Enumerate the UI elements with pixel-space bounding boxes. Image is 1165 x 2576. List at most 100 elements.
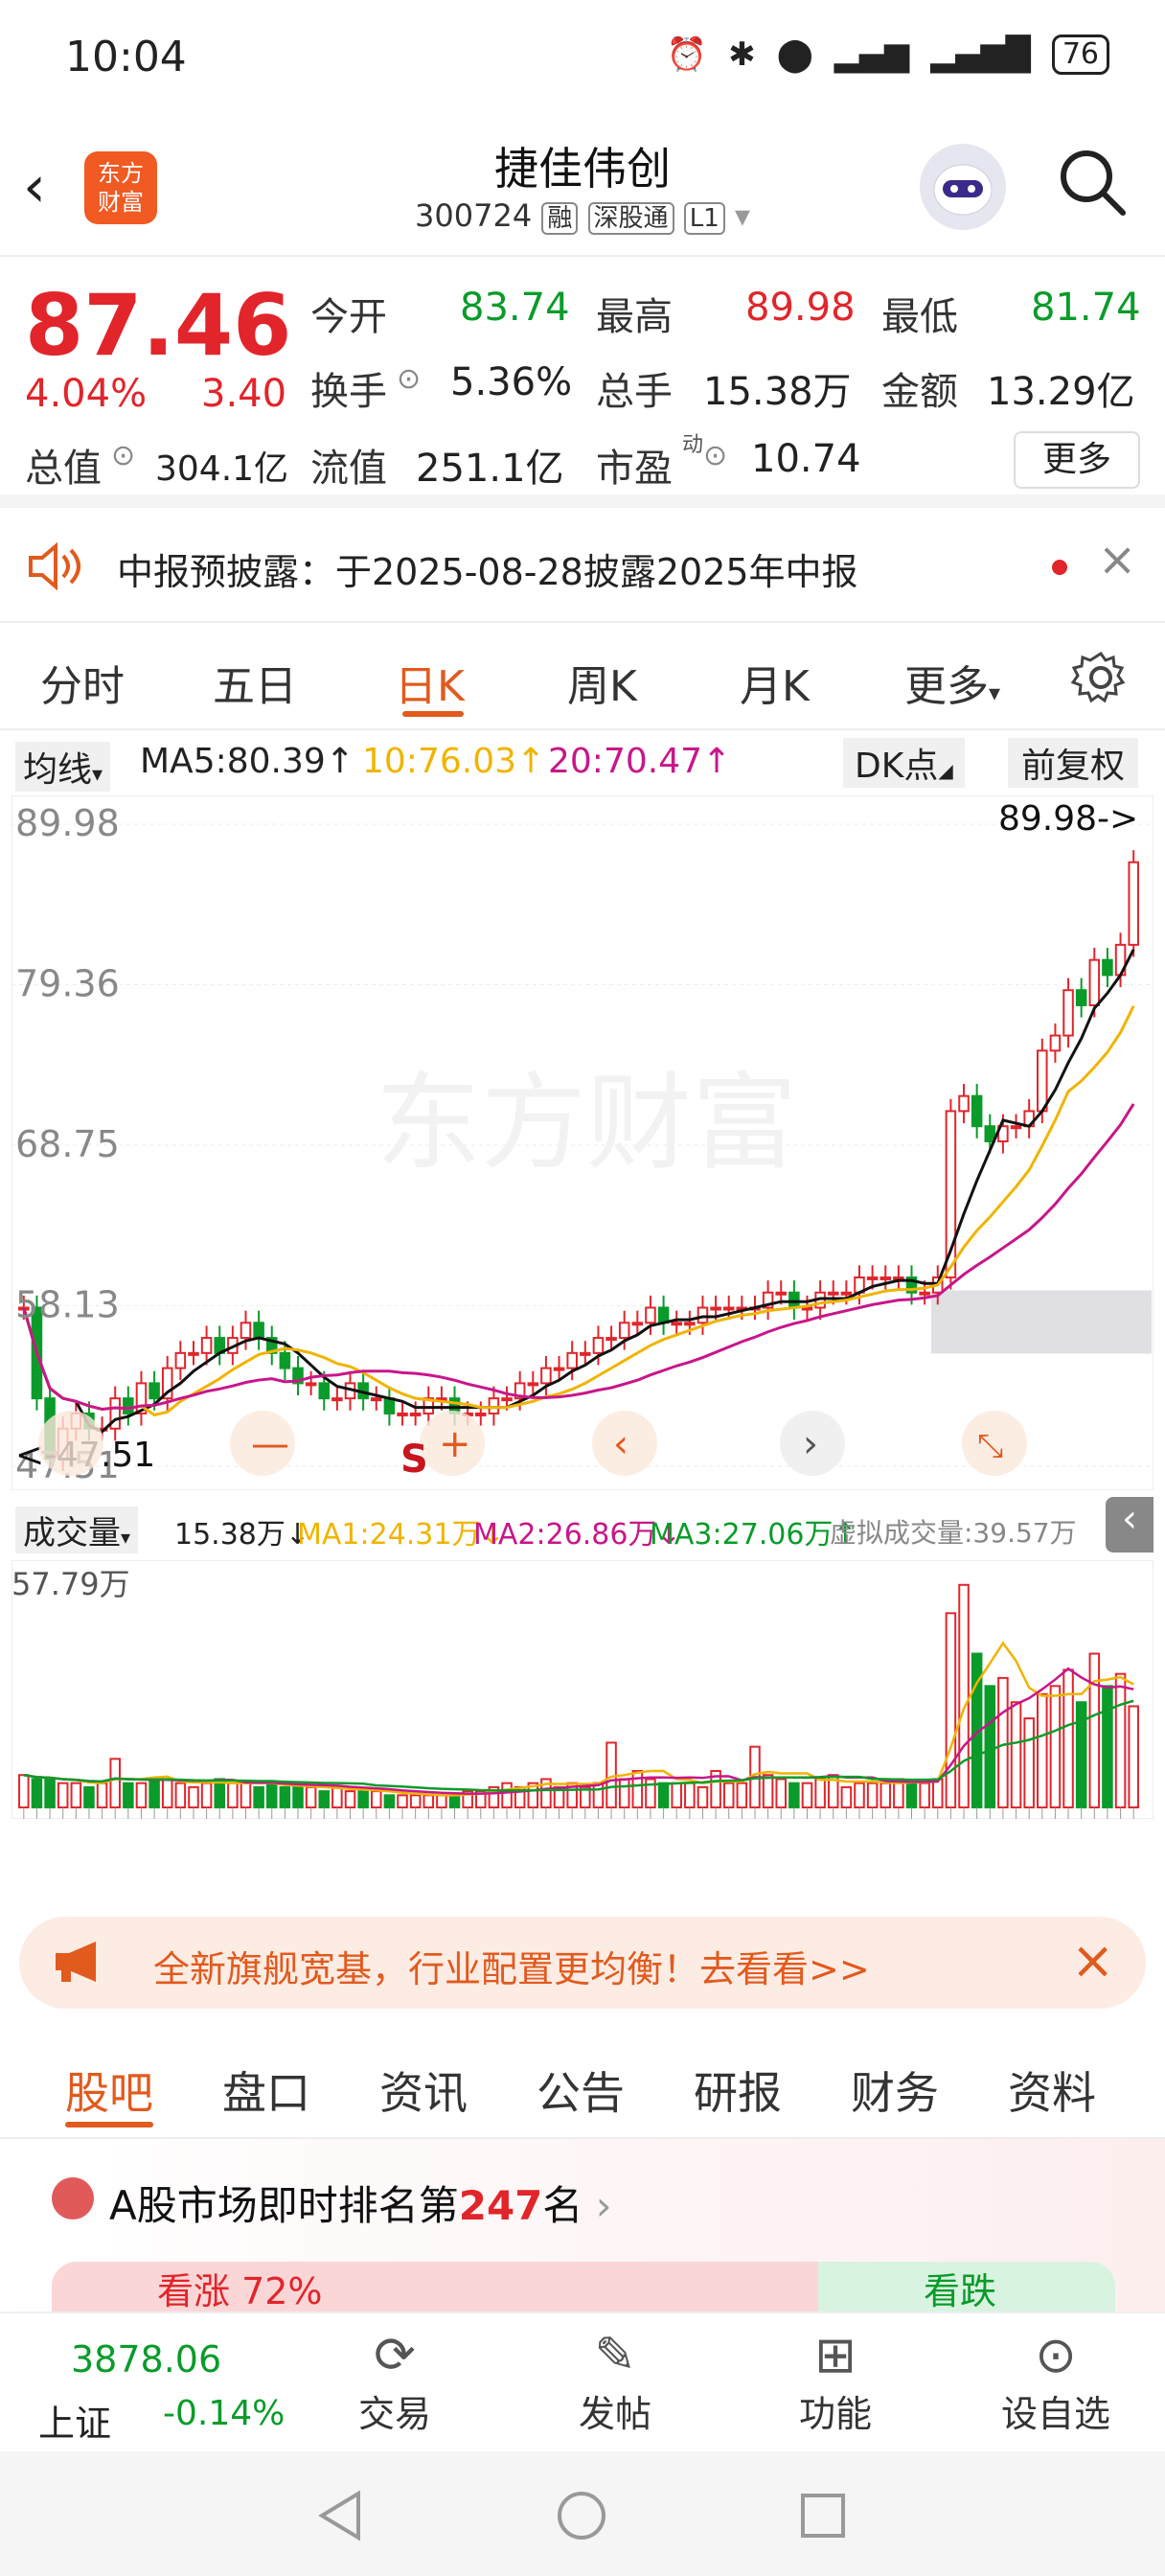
volume-bar bbox=[227, 1782, 239, 1809]
volume-bar bbox=[357, 1790, 369, 1809]
home-circle-icon[interactable] bbox=[556, 2490, 607, 2542]
volume-bar bbox=[945, 1612, 957, 1809]
tab-five-day[interactable]: 五日 bbox=[213, 652, 297, 713]
candle bbox=[788, 1291, 800, 1309]
tab-monthly-k[interactable]: 月K bbox=[740, 652, 810, 713]
candle bbox=[827, 1291, 839, 1296]
dk-zone bbox=[931, 1290, 1152, 1354]
ma-legend-bar: 均线▾ MA5:80.39↑ 10:76.03↑ 20:70.47↑ DK点◢ … bbox=[0, 734, 1165, 792]
indicator-selector[interactable]: 成交量▾ bbox=[15, 1506, 139, 1553]
svg-text:+: + bbox=[439, 1422, 471, 1466]
tab-weekly-k[interactable]: 周K bbox=[567, 652, 637, 713]
ma-selector[interactable]: 均线▾ bbox=[15, 742, 111, 792]
svg-text:›: › bbox=[803, 1422, 818, 1466]
back-triangle-icon[interactable] bbox=[316, 2490, 364, 2542]
volume-bar bbox=[1037, 1692, 1048, 1808]
candle bbox=[710, 1306, 721, 1311]
search-icon[interactable] bbox=[1054, 144, 1131, 220]
candle bbox=[684, 1322, 696, 1326]
megaphone-icon bbox=[56, 1942, 96, 1982]
promo-banner[interactable]: 全新旗舰宽基，行业配置更均衡！去看看>> × bbox=[19, 1917, 1146, 2009]
close-icon[interactable]: × bbox=[1071, 1930, 1114, 1990]
nav-trade[interactable]: ⟳ 交易 bbox=[328, 2327, 462, 2437]
volume-bar bbox=[279, 1785, 291, 1809]
dropdown-icon[interactable]: ▾ bbox=[735, 197, 750, 234]
dk-point-button[interactable]: DK点◢ bbox=[843, 738, 965, 788]
info-icon[interactable]: ⊙ bbox=[397, 362, 421, 396]
volume-bar bbox=[44, 1778, 56, 1809]
banner-text: 全新旗舰宽基，行业配置更均衡！去看看>> bbox=[153, 1948, 870, 1990]
info-icon[interactable]: ⊙ bbox=[111, 439, 135, 472]
yen-exchange-icon: ⟳ bbox=[374, 2327, 416, 2384]
tab-financials[interactable]: 财务 bbox=[851, 2058, 939, 2122]
index-change[interactable]: -0.14% bbox=[163, 2394, 285, 2433]
candle bbox=[305, 1382, 317, 1387]
volume-bar bbox=[135, 1782, 148, 1809]
chart-controls: — + ‹ › ⤡ S bbox=[38, 1411, 1027, 1482]
tab-news[interactable]: 资讯 bbox=[379, 2058, 468, 2122]
info-tabs: 股吧 盘口 资讯 公告 研报 财务 资料 bbox=[0, 2030, 1165, 2139]
assistant-robot-icon[interactable] bbox=[920, 144, 1006, 230]
nav-functions[interactable]: ⊞ 功能 bbox=[768, 2327, 902, 2437]
index-value[interactable]: 3878.06 bbox=[71, 2338, 221, 2380]
tab-research[interactable]: 研报 bbox=[694, 2058, 782, 2122]
info-icon[interactable]: ⊙ bbox=[703, 439, 727, 472]
candle bbox=[879, 1276, 892, 1280]
index-name[interactable]: 上证 bbox=[38, 2394, 111, 2447]
volume-bar bbox=[161, 1778, 173, 1809]
volume-bar bbox=[1010, 1701, 1022, 1808]
volume-bar bbox=[123, 1782, 134, 1809]
nav-post[interactable]: ✎ 发帖 bbox=[548, 2327, 682, 2437]
low-label: 最低 bbox=[881, 295, 958, 339]
close-icon[interactable]: × bbox=[1098, 533, 1136, 586]
tab-intraday[interactable]: 分时 bbox=[40, 652, 125, 713]
watermark: 东方财富 bbox=[376, 1065, 797, 1183]
zoom-out-left-button[interactable] bbox=[38, 1411, 103, 1476]
settings-gear-icon[interactable] bbox=[1071, 648, 1131, 707]
candle bbox=[1049, 1034, 1062, 1052]
nav-add-watchlist[interactable]: ⊙ 设自选 bbox=[989, 2327, 1123, 2437]
high-value: 89.98 bbox=[745, 286, 856, 330]
more-button[interactable]: 更多 bbox=[1014, 431, 1140, 489]
tab-orderbook[interactable]: 盘口 bbox=[222, 2058, 310, 2122]
collapse-panel-button[interactable]: ‹ bbox=[1106, 1497, 1154, 1552]
tab-more[interactable]: 更多▾ bbox=[904, 652, 1000, 713]
volume-bar bbox=[83, 1785, 95, 1809]
volume-bar bbox=[1062, 1668, 1074, 1808]
volume-bar bbox=[501, 1782, 513, 1809]
ma20-value: 20:70.47↑ bbox=[548, 742, 732, 781]
candle bbox=[200, 1337, 213, 1354]
vol-ma3: MA3:27.06万↑ bbox=[650, 1518, 857, 1552]
volume-bar bbox=[671, 1782, 682, 1809]
ma10-value: 10:76.03↑ bbox=[362, 742, 546, 781]
notice-bar[interactable]: 中报预披露：于2025-08-28披露2025年中报 × bbox=[0, 508, 1165, 623]
active-tab-indicator bbox=[402, 711, 464, 717]
grid-icon: ⊞ bbox=[814, 2327, 857, 2384]
adjust-button[interactable]: 前复权 bbox=[1008, 738, 1139, 788]
candlestick-chart[interactable]: 东方财富 89.9879.3668.7558.1347.51 89.98-> <… bbox=[11, 795, 1154, 1490]
rank-card[interactable]: A股市场即时排名第247名 › 看涨 72% 看跌 bbox=[0, 2139, 1165, 2312]
tab-forum[interactable]: 股吧 bbox=[65, 2058, 153, 2122]
tab-announcements[interactable]: 公告 bbox=[537, 2058, 625, 2122]
y-tick-label: 89.98 bbox=[15, 802, 120, 844]
candle bbox=[279, 1351, 291, 1369]
level-tag[interactable]: L1 bbox=[683, 202, 725, 235]
tab-profile[interactable]: 资料 bbox=[1008, 2058, 1096, 2122]
bullish-bar[interactable]: 看涨 72% bbox=[52, 2262, 818, 2312]
candle bbox=[188, 1351, 199, 1356]
battery-icon: 76 bbox=[1051, 34, 1109, 75]
bearish-bar[interactable]: 看跌 bbox=[818, 2262, 1115, 2312]
recents-square-icon[interactable] bbox=[799, 2492, 847, 2540]
tab-daily-k[interactable]: 日K bbox=[395, 652, 465, 713]
connect-tag: 深股通 bbox=[587, 202, 674, 235]
bluetooth-icon: ✱ bbox=[728, 35, 756, 74]
candle bbox=[488, 1397, 500, 1414]
volume-bar bbox=[96, 1782, 108, 1809]
volume-bar bbox=[775, 1778, 788, 1809]
candle bbox=[984, 1125, 996, 1142]
volume-value: 15.38万↓ bbox=[174, 1518, 310, 1552]
y-tick-label: 68.75 bbox=[15, 1123, 120, 1165]
mktcap-value: 304.1亿 bbox=[155, 449, 289, 489]
rank-icon bbox=[52, 2177, 94, 2220]
volume-chart[interactable]: 57.79万 20250403202505212025070920250826 bbox=[11, 1560, 1154, 1819]
